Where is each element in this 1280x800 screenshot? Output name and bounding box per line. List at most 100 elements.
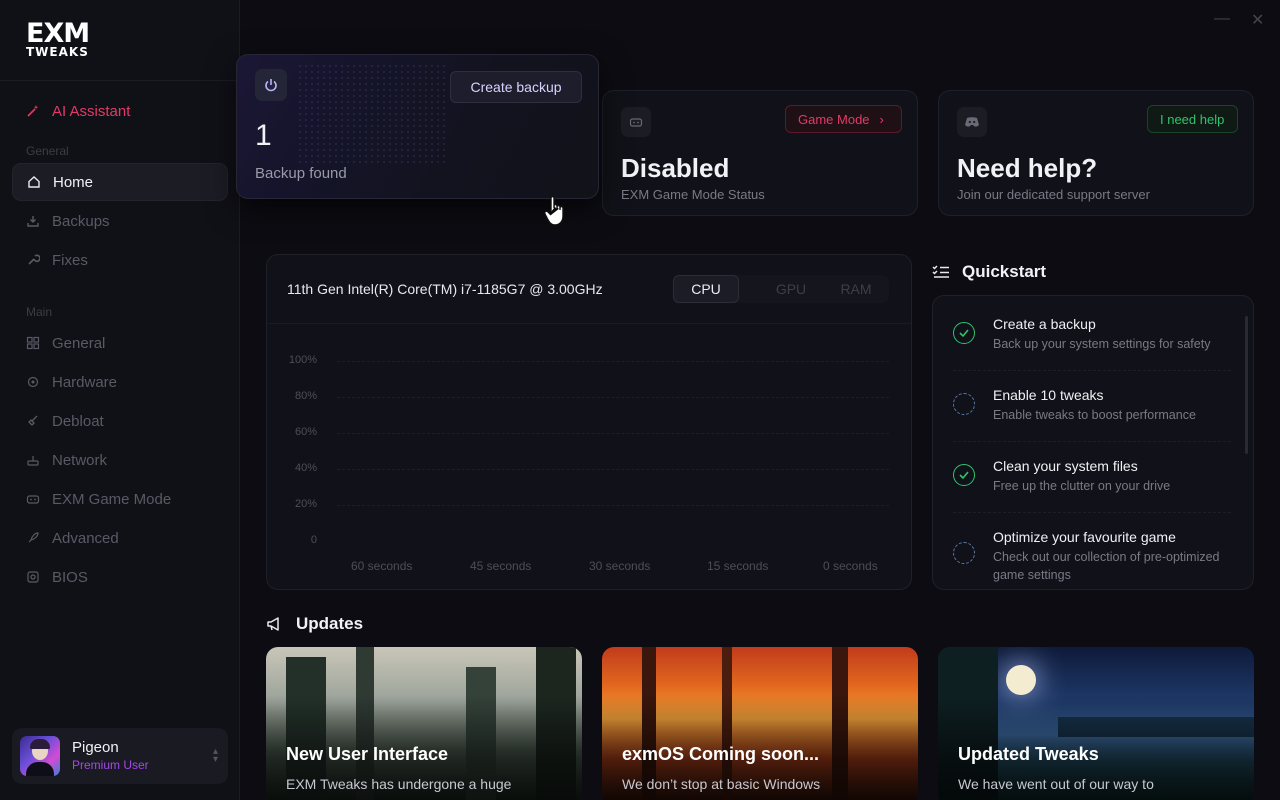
quickstart-heading: Quickstart	[932, 262, 1046, 282]
update-card[interactable]: Updated Tweaks We have went out of our w…	[938, 647, 1254, 800]
divider	[953, 512, 1231, 513]
magic-wand-icon	[27, 105, 39, 117]
rocket-icon	[28, 532, 39, 543]
decorative-pattern	[297, 63, 447, 163]
sidebar-item-ai-assistant[interactable]: AI Assistant	[12, 92, 228, 130]
section-label-main: Main	[26, 305, 53, 319]
discord-icon	[957, 107, 987, 137]
sidebar-item-fixes[interactable]: Fixes	[12, 241, 228, 279]
divider	[267, 323, 911, 324]
backup-card: Create backup 1 Backup found	[236, 54, 599, 199]
sidebar-item-advanced[interactable]: Advanced	[12, 519, 228, 557]
check-circle-icon	[953, 464, 975, 486]
sidebar-item-exm-game-mode[interactable]: EXM Game Mode	[12, 480, 228, 518]
backup-label: Backup found	[255, 165, 347, 182]
y-tick-label: 60%	[294, 426, 317, 438]
quickstart-item-title: Create a backup	[993, 316, 1096, 332]
help-card: I need help Need help? Join our dedicate…	[938, 90, 1254, 216]
sidebar-item-label: Backups	[52, 212, 110, 230]
check-circle-icon	[953, 322, 975, 344]
sidebar-item-label: Hardware	[52, 373, 118, 391]
broom-icon	[28, 415, 38, 426]
x-tick-label: 0 seconds	[823, 559, 878, 573]
update-desc: We don’t stop at basic Windows	[622, 776, 821, 792]
scrollbar[interactable]	[1245, 316, 1248, 454]
checklist-icon	[932, 265, 949, 278]
grid-line	[337, 361, 889, 362]
quickstart-panel: Create a backup Back up your system sett…	[932, 295, 1254, 590]
game-mode-button-label: Game Mode	[798, 111, 870, 127]
user-role: Premium User	[72, 758, 149, 772]
divider	[0, 80, 240, 81]
wrench-icon	[28, 254, 40, 265]
divider	[953, 370, 1231, 371]
hand-cursor-icon	[544, 195, 564, 226]
sidebar-item-label: Fixes	[52, 251, 88, 269]
divider	[953, 441, 1231, 442]
y-tick-label: 20%	[294, 498, 317, 510]
updates-heading: Updates	[266, 614, 363, 634]
help-title: Need help?	[957, 153, 1098, 183]
sidebar-item-bios[interactable]: BIOS	[12, 558, 228, 596]
sidebar-item-home[interactable]: Home	[12, 163, 228, 201]
gamemode-card: Game Mode › Disabled EXM Game Mode Statu…	[602, 90, 918, 216]
power-icon	[255, 69, 287, 101]
help-label: Join our dedicated support server	[957, 187, 1150, 202]
chevron-right-icon: ›	[879, 111, 884, 127]
tab-ram[interactable]: RAM	[823, 275, 889, 303]
update-title: exmOS Coming soon...	[622, 744, 820, 764]
tab-gpu[interactable]: GPU	[755, 275, 827, 303]
need-help-button[interactable]: I need help	[1147, 105, 1238, 133]
grid-line	[337, 505, 889, 506]
x-tick-label: 60 seconds	[351, 559, 413, 573]
sidebar: EXM TWEAKS AI Assistant General Home Bac…	[0, 0, 240, 800]
grid-line	[337, 433, 889, 434]
sidebar-item-debloat[interactable]: Debloat	[12, 402, 228, 440]
sidebar-item-general[interactable]: General	[12, 324, 228, 362]
y-tick-label: 40%	[294, 462, 317, 474]
sidebar-item-network[interactable]: Network	[12, 441, 228, 479]
quickstart-item-desc: Enable tweaks to boost performance	[993, 408, 1196, 422]
gamepad-icon	[621, 107, 651, 137]
create-backup-button[interactable]: Create backup	[450, 71, 582, 103]
game-mode-button[interactable]: Game Mode ›	[785, 105, 902, 133]
close-icon[interactable]: ✕	[1251, 10, 1264, 30]
update-card[interactable]: exmOS Coming soon... We don’t stop at ba…	[602, 647, 918, 800]
sidebar-item-hardware[interactable]: Hardware	[12, 363, 228, 401]
megaphone-icon	[267, 617, 279, 631]
sidebar-item-backups[interactable]: Backups	[12, 202, 228, 240]
backup-count: 1	[255, 119, 272, 152]
network-icon	[27, 456, 39, 466]
resource-monitor-panel: 11th Gen Intel(R) Core(TM) i7-1185G7 @ 3…	[266, 254, 912, 590]
gamepad-icon	[26, 495, 40, 504]
minimize-icon[interactable]: —	[1214, 10, 1230, 28]
updates-title: Updates	[296, 614, 364, 633]
y-tick-label: 0	[310, 534, 317, 546]
cpu-name: 11th Gen Intel(R) Core(TM) i7-1185G7 @ 3…	[287, 281, 603, 297]
y-tick-label: 80%	[294, 390, 317, 402]
grid-line	[337, 469, 889, 470]
chip-icon	[27, 376, 39, 388]
tab-cpu[interactable]: CPU	[673, 275, 739, 303]
grid-icon	[26, 336, 40, 350]
x-tick-label: 30 seconds	[589, 559, 651, 573]
update-desc: EXM Tweaks has undergone a huge	[286, 776, 512, 792]
user-name: Pigeon	[72, 739, 119, 756]
grid-line	[337, 397, 889, 398]
sidebar-item-label: Debloat	[52, 412, 104, 430]
quickstart-item-title: Optimize your favourite game	[993, 529, 1176, 545]
home-icon	[28, 176, 40, 188]
quickstart-title: Quickstart	[962, 262, 1047, 281]
logo-subtext: TWEAKS	[26, 45, 89, 59]
chevron-updown-icon: ▴ ▾	[212, 746, 218, 765]
quickstart-item-desc: Free up the clutter on your drive	[993, 479, 1171, 493]
logo-text: EXM	[26, 18, 90, 49]
pending-circle-icon	[953, 393, 975, 415]
update-card[interactable]: New User Interface EXM Tweaks has underg…	[266, 647, 582, 800]
pending-circle-icon	[953, 542, 975, 564]
user-card[interactable]: Pigeon Premium User ▴ ▾	[12, 728, 228, 784]
update-desc: We have went out of our way to	[958, 776, 1154, 792]
backup-icon	[27, 216, 39, 227]
section-label-general: General	[26, 144, 69, 158]
quickstart-item-title: Enable 10 tweaks	[993, 387, 1104, 403]
